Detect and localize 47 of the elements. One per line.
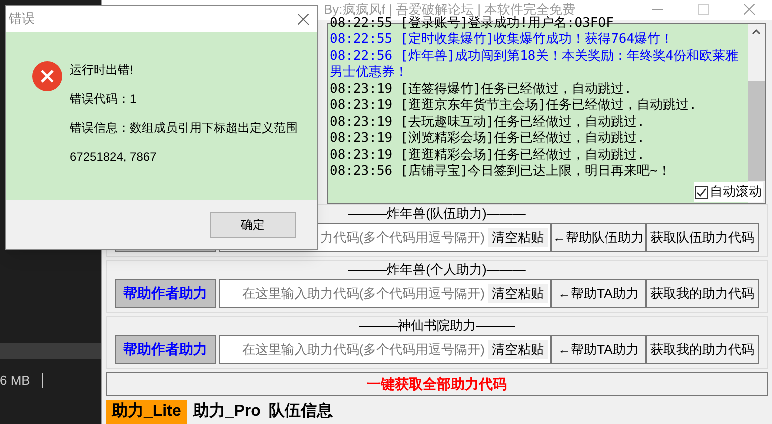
- error-message: 错误信息：数组成员引用下标超出定义范围: [70, 121, 298, 135]
- error-message: 运行时出错!: [70, 63, 134, 77]
- clear-paste-button[interactable]: 清空粘贴: [488, 228, 548, 248]
- tab[interactable]: 助力_Pro: [191, 400, 263, 424]
- section-title: ———炸年兽(队伍助力)———: [348, 205, 526, 223]
- tab[interactable]: 助力_Lite: [106, 400, 188, 424]
- error-message: 67251824, 7867: [70, 150, 158, 164]
- log-line: 08:22:56 [炸年兽]成功闯到第18关！本关奖励：年终奖4份和欧莱雅男士优惠券！: [330, 48, 740, 82]
- help-assist-button[interactable]: ←帮助TA助力: [551, 335, 646, 364]
- get-code-button[interactable]: 获取我的助力代码: [646, 335, 759, 364]
- clear-paste-button[interactable]: 清空粘贴: [488, 284, 548, 304]
- input-placeholder: 力代码(多个代码用逗号隔开): [320, 228, 485, 247]
- clear-paste-button[interactable]: 清空粘贴: [488, 340, 548, 360]
- scroll-thumb[interactable]: [748, 80, 765, 181]
- section-title: ———神仙书院助力———: [359, 317, 515, 335]
- author-help-button[interactable]: 帮助作者助力: [115, 335, 216, 364]
- status-divider: [42, 373, 44, 388]
- ok-button[interactable]: 确定: [210, 212, 296, 238]
- code-input-field[interactable]: 在这里输入助力代码(多个代码用逗号隔开) 清空粘贴: [219, 335, 551, 364]
- help-assist-button[interactable]: ←帮助TA助力: [551, 279, 646, 308]
- auto-scroll-checkbox[interactable]: 自动滚动: [694, 182, 763, 202]
- get-code-button[interactable]: 获取队伍助力代码: [646, 223, 759, 252]
- checkbox-box[interactable]: [695, 186, 708, 199]
- memory-status: 6 MB: [0, 372, 30, 390]
- scrollbar[interactable]: [748, 24, 765, 203]
- author-help-button[interactable]: 帮助作者助力: [115, 279, 216, 308]
- input-placeholder: 在这里输入助力代码(多个代码用逗号隔开): [242, 340, 485, 359]
- log-line: 08:23:19 [浏览精彩会场]任务已经做过，自动跳过.: [330, 131, 646, 148]
- window-title: By:疯疯风f | 吾爱破解论坛 | 本软件完全免费: [324, 1, 576, 18]
- log-line: 08:23:19 [逛逛精彩会场]任务已经做过，自动跳过.: [330, 148, 646, 164]
- log-line: 08:23:56 [店铺寻宝]今日签到已达上限，明日再来吧~！: [330, 164, 672, 181]
- dialog-title: 错误: [9, 10, 35, 28]
- get-code-button[interactable]: 获取我的助力代码: [646, 279, 759, 308]
- close-icon[interactable]: [298, 14, 309, 24]
- input-placeholder: 在这里输入助力代码(多个代码用逗号隔开): [242, 284, 485, 303]
- log-line: 08:22:55 [定时收集爆竹]收集爆竹成功！获得764爆竹！: [330, 32, 675, 49]
- log-line: 08:23:19 [逛逛京东年货节主会场]任务已经做过，自动跳过.: [330, 98, 698, 115]
- tab[interactable]: 队伍信息: [266, 400, 335, 424]
- code-input-field[interactable]: 在这里输入助力代码(多个代码用逗号隔开) 清空粘贴: [219, 279, 551, 308]
- log-line: 08:23:19 [连签得爆竹]任务已经做过，自动跳过.: [330, 82, 633, 98]
- error-message: 错误代码：1: [70, 92, 138, 106]
- error-icon: [32, 61, 63, 92]
- section-title: ———炸年兽(个人助力)———: [348, 261, 526, 279]
- get-all-codes-button[interactable]: 一键获取全部助力代码: [106, 372, 768, 396]
- log-line: 08:22:55 [登录账号]登录成功!用户名:O3FOF: [330, 16, 615, 32]
- log-line: 08:23:19 [去玩趣味互动]任务已经做过，自动跳过.: [330, 114, 646, 131]
- help-assist-button[interactable]: ←帮助队伍助力: [551, 223, 646, 252]
